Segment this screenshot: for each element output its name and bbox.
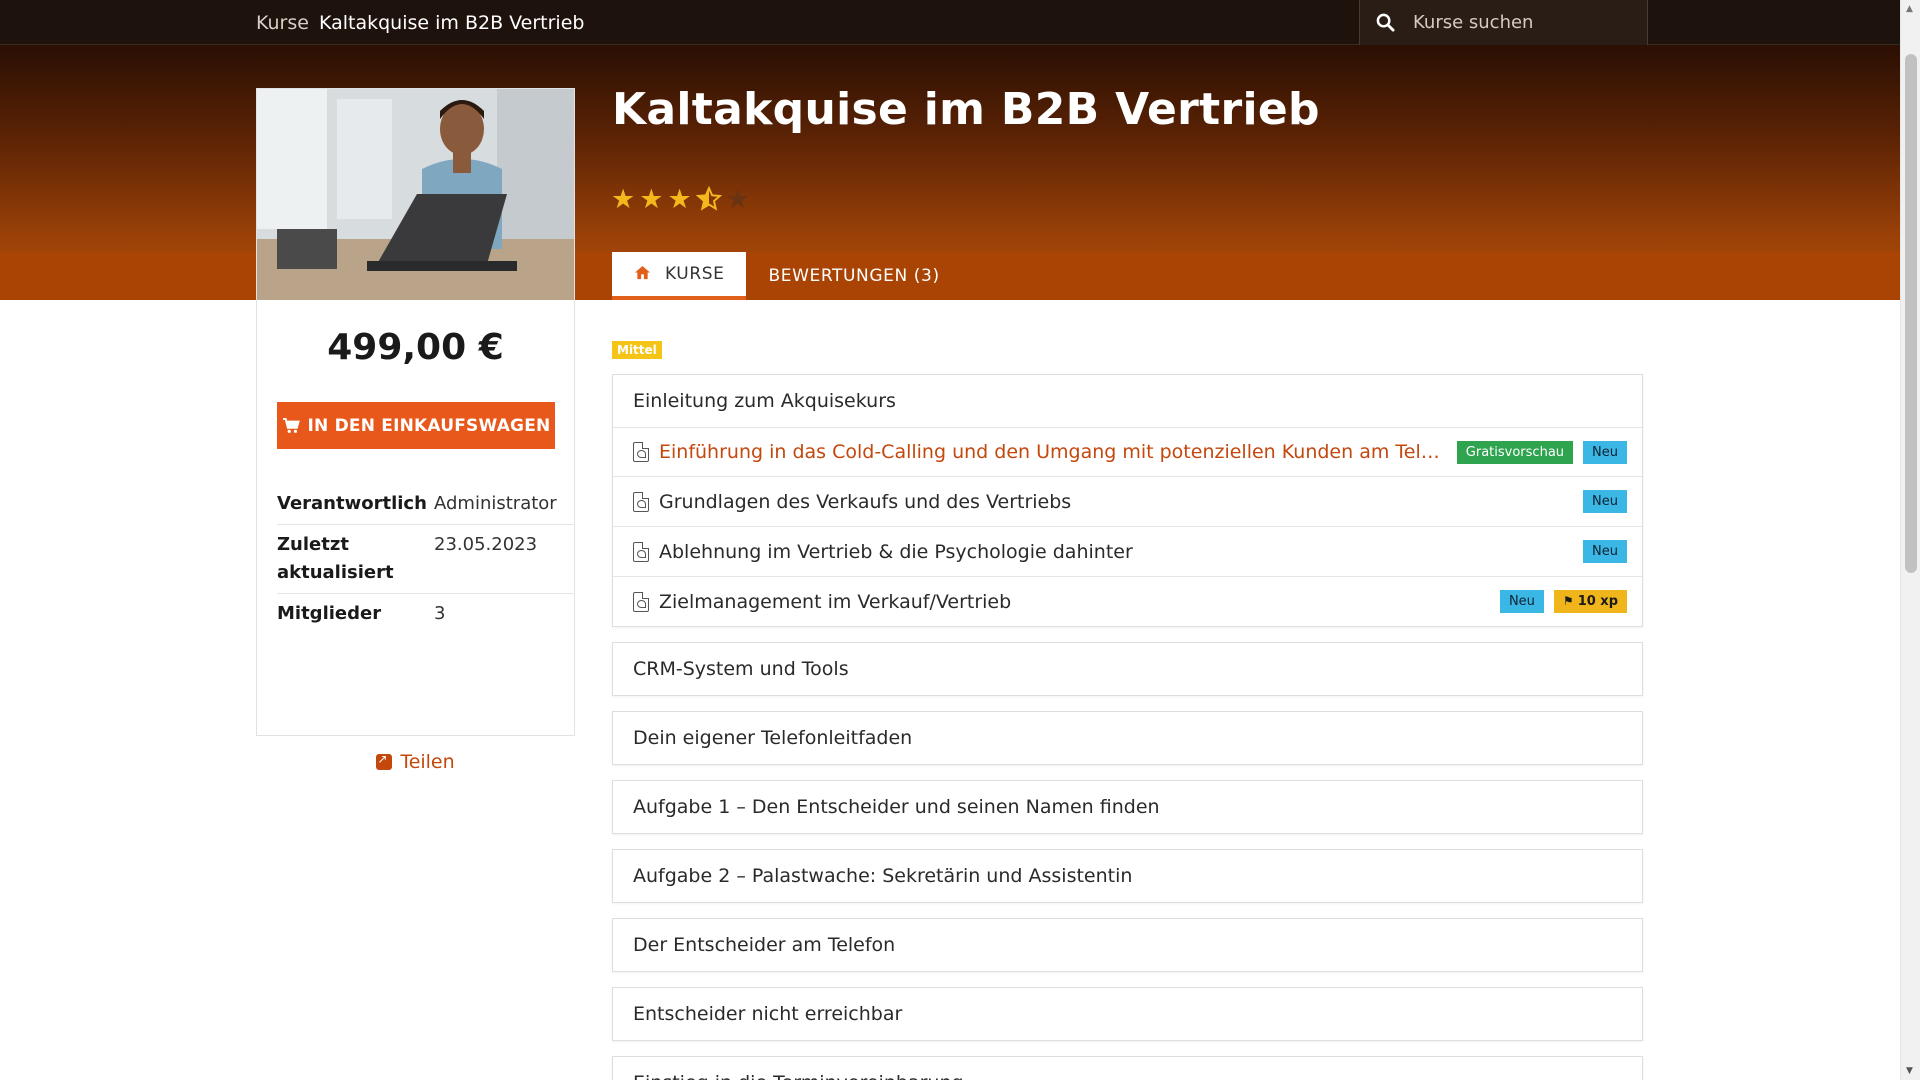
lesson-title: Zielmanagement im Verkauf/Vertrieb (659, 590, 1012, 613)
meta-row-members: Mitglieder 3 (277, 594, 574, 634)
curriculum-section: Der Entscheider am Telefon (612, 918, 1643, 972)
top-navbar: Kurse Kaltakquise im B2B Vertrieb (0, 0, 1900, 45)
lesson-row[interactable]: Einführung in das Cold-Calling und den U… (613, 427, 1642, 476)
meta-label: Verantwortlich (277, 493, 427, 514)
tab-bewertungen[interactable]: BEWERTUNGEN (3) (746, 252, 961, 300)
page-scrollbar[interactable]: ▲ ▼ (1900, 0, 1920, 1080)
tab-bewertungen-label: BEWERTUNGEN (3) (768, 266, 940, 286)
course-search (1359, 0, 1648, 45)
xp-value: 10 xp (1577, 594, 1618, 609)
meta-value: Administrator (434, 493, 557, 514)
lesson-badges: Neu (1583, 490, 1627, 513)
lesson-badges: Neu ⚑ 10 xp (1499, 590, 1627, 613)
meta-label: Mitglieder (277, 603, 382, 624)
scroll-down-arrow-icon[interactable]: ▼ (1906, 1066, 1913, 1076)
lesson-title: Ablehnung im Vertrieb & die Psychologie … (659, 540, 1133, 563)
pdf-file-icon (633, 442, 649, 462)
course-price: 499,00 € (327, 327, 504, 368)
course-tabs: KURSE BEWERTUNGEN (3) (612, 252, 962, 300)
tab-kurse[interactable]: KURSE (612, 252, 747, 300)
star-half-icon (695, 185, 722, 217)
breadcrumb-root-link[interactable]: Kurse (256, 12, 309, 34)
section-header[interactable]: Entscheider nicht erreichbar (613, 988, 1642, 1040)
lesson-row[interactable]: Zielmanagement im Verkauf/Vertrieb Neu ⚑… (613, 576, 1642, 626)
curriculum-section: Einleitung zum Akquisekurs Einführung in… (612, 374, 1643, 627)
curriculum-section: Dein eigener Telefonleitfaden (612, 711, 1643, 765)
share-icon (376, 752, 393, 770)
breadcrumb: Kurse Kaltakquise im B2B Vertrieb (256, 0, 584, 45)
preview-badge: Gratisvorschau (1456, 440, 1574, 464)
curriculum-section: CRM-System und Tools (612, 642, 1643, 696)
lesson-badges: Neu (1583, 540, 1627, 563)
course-title: Kaltakquise im B2B Vertrieb (612, 84, 1320, 135)
search-icon[interactable] (1376, 13, 1395, 32)
lesson-title: Grundlagen des Verkaufs und des Vertrieb… (659, 490, 1072, 513)
meta-value: 23.05.2023 (434, 534, 538, 555)
cart-icon (282, 417, 300, 433)
new-badge: Neu (1583, 490, 1627, 513)
level-badge: Mittel (612, 341, 662, 359)
meta-label: Zuletzt aktualisiert (277, 534, 394, 583)
meta-row-updated: Zuletzt aktualisiert 23.05.2023 (277, 525, 574, 594)
course-info-card: 499,00 € IN DEN EINKAUFSWAGEN Verantwort… (256, 88, 575, 773)
new-badge: Neu (1583, 440, 1627, 464)
pdf-file-icon (633, 491, 649, 512)
curriculum-section: Einstieg in die Terminvereinbarung (612, 1056, 1643, 1080)
home-icon (634, 265, 651, 284)
search-input[interactable] (1413, 12, 1613, 33)
add-to-cart-button[interactable]: IN DEN EINKAUFSWAGEN (277, 402, 555, 449)
section-header[interactable]: Einstieg in die Terminvereinbarung (613, 1057, 1642, 1080)
section-header[interactable]: Einleitung zum Akquisekurs (613, 375, 1642, 427)
section-header[interactable]: CRM-System und Tools (613, 643, 1642, 695)
lesson-row[interactable]: Ablehnung im Vertrieb & die Psychologie … (613, 526, 1642, 576)
section-header[interactable]: Der Entscheider am Telefon (613, 919, 1642, 971)
new-badge: Neu (1499, 590, 1544, 613)
star-full-icon: ★ (667, 184, 692, 215)
lesson-title-link[interactable]: Einführung in das Cold-Calling und den U… (659, 441, 1449, 463)
course-meta-table: Verantwortlich Administrator Zuletzt akt… (277, 484, 574, 634)
curriculum-section: Entscheider nicht erreichbar (612, 987, 1643, 1041)
pdf-file-icon (633, 591, 649, 612)
star-full-icon: ★ (639, 184, 664, 215)
scrollbar-thumb[interactable] (1905, 54, 1917, 573)
star-full-icon: ★ (611, 184, 636, 215)
curriculum-section: Aufgabe 2 – Palastwache: Sekretärin und … (612, 849, 1643, 903)
curriculum-section: Aufgabe 1 – Den Entscheider und seinen N… (612, 780, 1643, 834)
section-header[interactable]: Aufgabe 2 – Palastwache: Sekretärin und … (613, 850, 1642, 902)
pdf-file-icon (633, 541, 649, 562)
flag-icon: ⚑ (1562, 594, 1574, 608)
add-to-cart-label: IN DEN EINKAUFSWAGEN (307, 415, 551, 436)
lesson-badges: Gratisvorschau Neu (1456, 440, 1627, 464)
tab-kurse-label: KURSE (665, 264, 725, 284)
course-curriculum: Einleitung zum Akquisekurs Einführung in… (612, 374, 1643, 1080)
new-badge: Neu (1583, 540, 1627, 563)
meta-value: 3 (434, 603, 446, 624)
star-empty-icon: ★ (725, 184, 750, 215)
share-label: Teilen (400, 751, 455, 773)
rating-stars: ★ ★ ★ ★ (611, 184, 750, 217)
meta-row-responsible: Verantwortlich Administrator (277, 484, 574, 525)
share-link[interactable]: Teilen (257, 751, 574, 773)
section-header[interactable]: Dein eigener Telefonleitfaden (613, 712, 1642, 764)
lesson-row[interactable]: Grundlagen des Verkaufs und des Vertrieb… (613, 476, 1642, 526)
course-thumbnail (257, 89, 574, 300)
scroll-up-arrow-icon[interactable]: ▲ (1906, 4, 1913, 14)
xp-badge: ⚑ 10 xp (1553, 590, 1627, 613)
section-header[interactable]: Aufgabe 1 – Den Entscheider und seinen N… (613, 781, 1642, 833)
breadcrumb-current: Kaltakquise im B2B Vertrieb (318, 11, 585, 34)
